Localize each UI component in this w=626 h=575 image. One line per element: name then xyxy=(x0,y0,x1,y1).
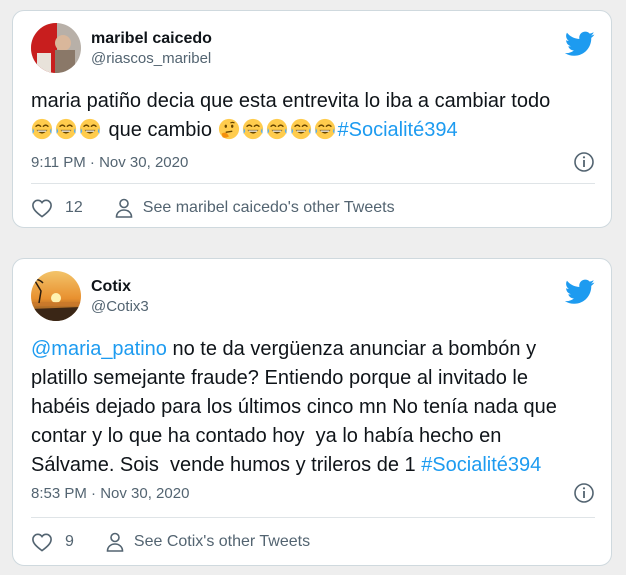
author-display-name[interactable]: Cotix xyxy=(91,277,149,297)
twitter-bird-icon[interactable] xyxy=(565,31,595,57)
tweet-text: maria patiño decia que esta entrevita lo… xyxy=(31,87,595,145)
person-icon xyxy=(115,198,133,218)
divider xyxy=(31,517,595,518)
twitter-bird-icon[interactable] xyxy=(565,279,595,305)
heart-icon xyxy=(32,199,52,218)
see-other-tweets-link[interactable]: See Cotix's other Tweets xyxy=(106,532,310,552)
heart-icon xyxy=(32,533,52,552)
like-button[interactable]: 12 xyxy=(31,198,83,218)
author-display-name[interactable]: maribel caicedo xyxy=(91,29,212,49)
mention-link[interactable]: @maria_patino xyxy=(31,338,167,360)
face-with-tears-of-joy-icon xyxy=(290,118,311,140)
face-with-tears-of-joy-icon xyxy=(55,118,77,140)
emoji-group xyxy=(218,118,338,141)
like-button[interactable]: 9 xyxy=(31,532,74,552)
avatar[interactable] xyxy=(31,23,81,73)
tweet-card[interactable]: Cotix @Cotix3 @maria_patino no te da ver… xyxy=(12,258,612,566)
face-with-tears-of-joy-icon xyxy=(242,118,263,140)
author-handle[interactable]: @riascos_maribel xyxy=(91,49,212,69)
tweet-text: @maria_patino no te da vergüenza anuncia… xyxy=(31,335,595,480)
like-count: 12 xyxy=(65,199,83,216)
face-with-tears-of-joy-icon xyxy=(266,118,287,140)
divider xyxy=(31,183,595,184)
emoji-group xyxy=(31,118,103,141)
tweet-text-line: maria patiño decia que esta entrevita lo… xyxy=(31,90,551,112)
face-with-tears-of-joy-icon xyxy=(31,118,53,140)
tweet-header: maribel caicedo @riascos_maribel xyxy=(31,23,595,75)
tweet-header: Cotix @Cotix3 xyxy=(31,271,595,323)
tweet-timestamp[interactable]: 9:11 PM · Nov 30, 2020 xyxy=(31,154,188,171)
tweet-actions: 9 See Cotix's other Tweets xyxy=(31,527,595,557)
tweet-text-fragment: que cambio xyxy=(103,119,218,141)
avatar[interactable] xyxy=(31,271,81,321)
hashtag-link[interactable]: #Socialité394 xyxy=(338,119,458,141)
face-with-tears-of-joy-icon xyxy=(79,118,101,140)
thinking-face-icon xyxy=(218,118,239,140)
author-handle[interactable]: @Cotix3 xyxy=(91,297,149,317)
like-count: 9 xyxy=(65,533,74,550)
face-with-tears-of-joy-icon xyxy=(314,118,335,140)
hashtag-link[interactable]: #Socialité394 xyxy=(421,454,541,476)
person-icon xyxy=(106,532,124,552)
tweet-card[interactable]: maribel caicedo @riascos_maribel maria p… xyxy=(12,10,612,228)
see-other-tweets-label: See maribel caicedo's other Tweets xyxy=(142,199,395,216)
tweet-timestamp[interactable]: 8:53 PM · Nov 30, 2020 xyxy=(31,485,189,502)
see-other-tweets-label: See Cotix's other Tweets xyxy=(133,533,311,550)
info-icon[interactable] xyxy=(573,151,595,173)
info-icon[interactable] xyxy=(573,482,595,504)
see-other-tweets-link[interactable]: See maribel caicedo's other Tweets xyxy=(115,198,395,218)
tweet-actions: 12 See maribel caicedo's other Tweets xyxy=(31,193,595,223)
